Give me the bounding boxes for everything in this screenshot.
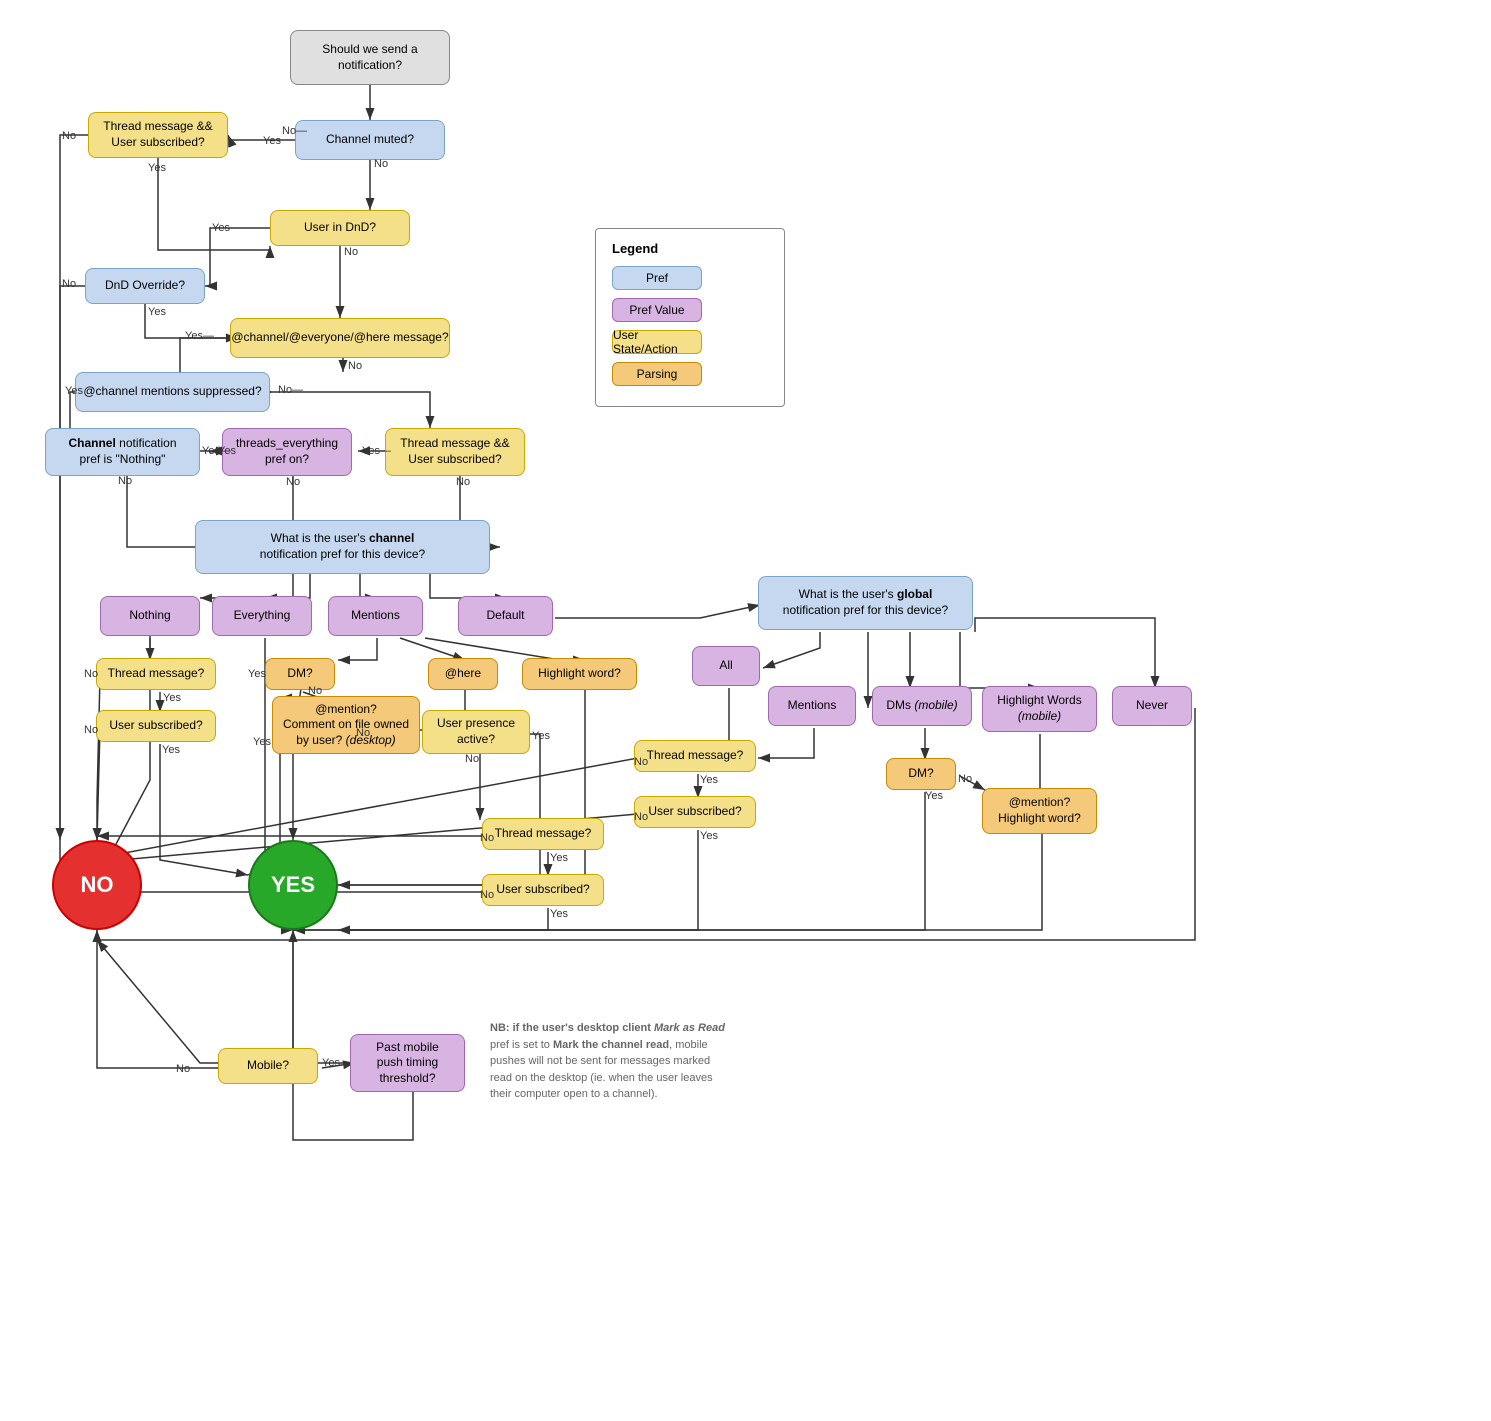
no-circle-node: NO bbox=[52, 840, 142, 930]
channel-mentions-suppressed-node: @channel mentions suppressed? bbox=[75, 372, 270, 412]
yes-circle-node: YES bbox=[248, 840, 338, 930]
thread-msg-q3-node: Thread message? bbox=[482, 818, 604, 850]
legend-swatch-user-state: User State/Action bbox=[612, 330, 702, 354]
label-no-user-sub-q2: No bbox=[634, 811, 648, 823]
everything-node: Everything bbox=[212, 596, 312, 636]
label-yes-threads-everything: ←Yes bbox=[207, 445, 236, 457]
diagram-container: Should we send a notification? Channel m… bbox=[0, 0, 1491, 1421]
all-node: All bbox=[692, 646, 760, 686]
label-no-mobile: No bbox=[176, 1063, 190, 1075]
default-node: Default bbox=[458, 596, 553, 636]
label-no-presence: No bbox=[465, 753, 479, 765]
user-dnd-node: User in DnD? bbox=[270, 210, 410, 246]
label-yes-dnd-override: Yes bbox=[148, 306, 166, 318]
thread-msg-q1-node: Thread message? bbox=[96, 658, 216, 690]
label-no-dnd: No bbox=[344, 246, 358, 258]
label-no-threads-everything: No bbox=[286, 476, 300, 488]
label-yes-mobile: Yes bbox=[322, 1057, 340, 1069]
label-no-channel-muted: No— bbox=[282, 125, 307, 137]
label-yes-thread-q2: Yes bbox=[700, 774, 718, 786]
label-yes-mentions-suppressed: Yes bbox=[65, 385, 83, 397]
user-sub-q3-node: User subscribed? bbox=[482, 874, 604, 906]
thread-user-sub2-node: Thread message &&User subscribed? bbox=[385, 428, 525, 476]
atmention-highlight-node: @mention?Highlight word? bbox=[982, 788, 1097, 834]
label-no-dm-q: No bbox=[308, 685, 322, 697]
start-node: Should we send a notification? bbox=[290, 30, 450, 85]
label-no-user-sub-q1: No bbox=[84, 724, 98, 736]
label-yes-channel-everyone: Yes— bbox=[185, 330, 214, 342]
nothing-node: Nothing bbox=[100, 596, 200, 636]
label-no-dnd-override: No bbox=[62, 278, 76, 290]
label-yes-thread-q1: Yes bbox=[163, 692, 181, 704]
dm-q-node: DM? bbox=[265, 658, 335, 690]
legend-swatch-pref: Pref bbox=[612, 266, 702, 290]
label-yes-dm-q: Yes bbox=[248, 668, 266, 680]
legend-swatch-parsing: Parsing bbox=[612, 362, 702, 386]
athere-q-node: @here bbox=[428, 658, 498, 690]
user-sub-q1-node: User subscribed? bbox=[96, 710, 216, 742]
legend-item-pref-value: Pref Value bbox=[612, 298, 768, 322]
never-node: Never bbox=[1112, 686, 1192, 726]
label-yes-thread-q3: Yes bbox=[550, 852, 568, 864]
label-no-thread-q1: No bbox=[84, 668, 98, 680]
label-yes-thread-sub1: Yes bbox=[148, 162, 166, 174]
label-no-channel-everyone: No bbox=[348, 360, 362, 372]
user-presence-q-node: User presenceactive? bbox=[422, 710, 530, 754]
label-yes-user-sub-q3: Yes bbox=[550, 908, 568, 920]
arrows-svg bbox=[0, 0, 1491, 1421]
label-yes-dnd: Yes bbox=[212, 222, 230, 234]
label-yes-presence: Yes bbox=[532, 730, 550, 742]
label-no-thread-q3: No bbox=[480, 832, 494, 844]
label-yes-thread-sub2: Yes— bbox=[362, 445, 391, 457]
note-box: NB: if the user's desktop client Mark as… bbox=[490, 1020, 730, 1103]
label-yes-channel-muted: Yes bbox=[263, 135, 281, 147]
global-notif-pref-node: What is the user's globalnotification pr… bbox=[758, 576, 973, 630]
highlight-words-mobile-node: Highlight Words(mobile) bbox=[982, 686, 1097, 732]
label-no-thread-q2: No bbox=[634, 756, 648, 768]
legend-item-pref: Pref bbox=[612, 266, 768, 290]
label-no-thread-sub2: No bbox=[456, 476, 470, 488]
label-no-dm-q2: No bbox=[958, 773, 972, 785]
label-no-channel-muted-down: No bbox=[374, 158, 388, 170]
legend-item-user-state: User State/Action bbox=[612, 330, 768, 354]
mobile-q-node: Mobile? bbox=[218, 1048, 318, 1084]
channel-notif-pref-node: What is the user's channelnotification p… bbox=[195, 520, 490, 574]
label-yes-user-sub-q1: Yes bbox=[162, 744, 180, 756]
mentions-global-node: Mentions bbox=[768, 686, 856, 726]
atmention-q-node: @mention?Comment on file ownedby user? (… bbox=[272, 696, 420, 754]
legend-item-parsing: Parsing bbox=[612, 362, 768, 386]
legend-swatch-pref-value: Pref Value bbox=[612, 298, 702, 322]
channel-everyone-node: @channel/@everyone/@here message? bbox=[230, 318, 450, 358]
legend-box: Legend Pref Pref Value User State/Action… bbox=[595, 228, 785, 407]
mentions-node: Mentions bbox=[328, 596, 423, 636]
legend-title: Legend bbox=[612, 241, 768, 256]
label-yes-dm-q2: Yes bbox=[925, 790, 943, 802]
threads-everything-node: threads_everythingpref on? bbox=[222, 428, 352, 476]
label-yes-user-sub-q2: Yes bbox=[700, 830, 718, 842]
highlight-word-q-node: Highlight word? bbox=[522, 658, 637, 690]
label-no-notif-nothing: No bbox=[118, 475, 132, 487]
label-no-thread-sub1: No bbox=[62, 130, 76, 142]
channel-notif-nothing-node: Channel notificationpref is "Nothing" bbox=[45, 428, 200, 476]
dms-mobile-node: DMs (mobile) bbox=[872, 686, 972, 726]
channel-muted-node: Channel muted? bbox=[295, 120, 445, 160]
label-yes-atmention: Yes bbox=[253, 736, 271, 748]
label-no-atmention: No bbox=[356, 727, 370, 739]
label-no-mentions-suppressed: No— bbox=[278, 384, 303, 396]
past-mobile-node: Past mobilepush timingthreshold? bbox=[350, 1034, 465, 1092]
dnd-override-node: DnD Override? bbox=[85, 268, 205, 304]
thread-msg-q2-node: Thread message? bbox=[634, 740, 756, 772]
user-sub-q2-node: User subscribed? bbox=[634, 796, 756, 828]
thread-user-sub1-node: Thread message &&User subscribed? bbox=[88, 112, 228, 158]
label-no-user-sub-q3: No bbox=[480, 889, 494, 901]
dm-q2-node: DM? bbox=[886, 758, 956, 790]
